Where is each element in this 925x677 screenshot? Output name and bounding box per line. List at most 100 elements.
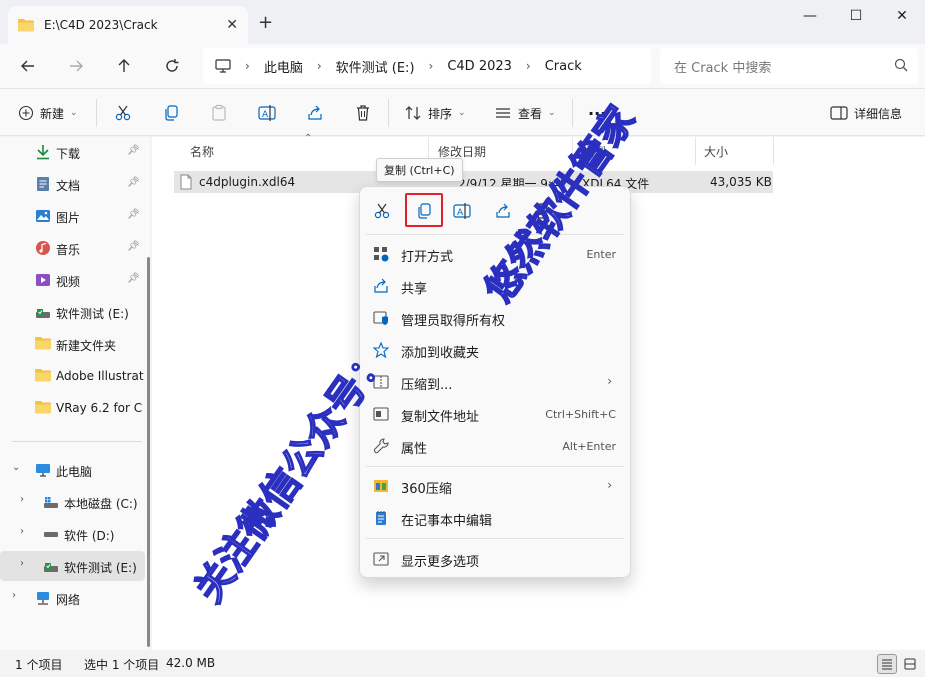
chevron-right-icon[interactable]: › [12, 590, 16, 601]
sidebar-item-new-folder[interactable]: 新建文件夹 [0, 329, 145, 359]
close-window-button[interactable]: ✕ [879, 0, 925, 32]
sidebar-label: 软件 (D:) [64, 529, 115, 543]
breadcrumb-drive-e[interactable]: 软件测试 (E:) [336, 57, 415, 76]
view-button[interactable]: 查看 ⌄ [494, 101, 556, 125]
minimize-button[interactable]: — [787, 0, 833, 32]
sidebar-item-videos[interactable]: 视频 📌︎ [0, 265, 145, 295]
sidebar-item-drive-e-tree[interactable]: › 软件测试 (E:) [0, 551, 145, 581]
context-share-button[interactable] [491, 199, 515, 223]
sidebar-item-vray[interactable]: VRay 6.2 for C [0, 393, 145, 423]
context-cut-button[interactable] [370, 199, 394, 223]
context-delete-button[interactable] [530, 199, 554, 223]
menu-item-edit-notepad[interactable]: 在记事本中编辑 [364, 502, 626, 534]
trash-icon [533, 202, 551, 220]
more-button[interactable]: ··· [588, 101, 606, 125]
share-icon [494, 202, 512, 220]
rename-button[interactable]: A [258, 101, 276, 125]
menu-item-shortcut: Alt+Enter [562, 440, 616, 453]
share-button[interactable] [306, 101, 324, 125]
sidebar-label: 此电脑 [56, 465, 93, 479]
new-tab-button[interactable]: + [258, 12, 273, 33]
copy-icon [162, 104, 180, 122]
sort-label: 排序 [428, 106, 453, 121]
menu-item-show-more[interactable]: 显示更多选项 [364, 543, 626, 575]
menu-item-360-compress[interactable]: 360压缩 › [364, 470, 626, 502]
cut-button[interactable] [114, 101, 132, 125]
chevron-right-icon: › [607, 374, 612, 388]
details-view-button[interactable] [877, 654, 897, 674]
tiles-view-button[interactable] [900, 654, 920, 674]
column-header-type[interactable]: 类型 [582, 143, 606, 160]
address-bar[interactable]: › 此电脑 › 软件测试 (E:) › C4D 2023 › Crack [203, 48, 651, 84]
sidebar-item-network[interactable]: › 网络 [0, 583, 145, 613]
close-tab-icon[interactable]: ✕ [226, 17, 238, 33]
scissors-icon [114, 104, 132, 122]
copy-icon [415, 202, 433, 220]
menu-item-label: 在记事本中编辑 [401, 514, 493, 529]
new-button[interactable]: 新建 ⌄ [18, 101, 78, 125]
menu-item-properties[interactable]: 属性 Alt+Enter [364, 430, 626, 462]
file-name: c4dplugin.xdl64 [199, 175, 296, 189]
copy-tooltip: 复制 (Ctrl+C) [376, 158, 463, 182]
chevron-right-icon[interactable]: › [20, 558, 24, 569]
admin-shield-icon [373, 310, 389, 326]
chevron-right-icon: › [525, 59, 531, 73]
sidebar-item-drive-e[interactable]: 软件测试 (E:) [0, 297, 145, 327]
folder-icon [18, 18, 34, 32]
forward-arrow-icon[interactable] [66, 56, 86, 76]
pin-icon: 📌︎ [127, 177, 140, 188]
chevron-right-icon[interactable]: › [20, 494, 24, 505]
show-more-icon [373, 551, 389, 567]
menu-item-take-ownership[interactable]: 管理员取得所有权 [364, 302, 626, 334]
breadcrumb-c4d[interactable]: C4D 2023 [447, 59, 512, 74]
paste-button[interactable] [210, 101, 228, 125]
breadcrumb-crack[interactable]: Crack [545, 59, 582, 74]
window-tab[interactable]: E:\C4D 2023\Crack ✕ [8, 6, 248, 44]
copy-button[interactable] [162, 101, 180, 125]
menu-item-label: 共享 [401, 282, 428, 297]
menu-item-share[interactable]: 共享 [364, 270, 626, 302]
breadcrumb-this-pc[interactable]: 此电脑 [264, 57, 303, 76]
column-header-size[interactable]: 大小 [704, 143, 728, 160]
menu-item-open-with[interactable]: 打开方式 Enter [364, 238, 626, 270]
back-arrow-icon[interactable] [18, 56, 38, 76]
sidebar-item-music[interactable]: 音乐 📌︎ [0, 233, 145, 263]
up-arrow-icon[interactable] [114, 56, 134, 76]
menu-item-shortcut: Enter [586, 248, 616, 261]
menu-item-copy-path[interactable]: 复制文件地址 Ctrl+Shift+C [364, 398, 626, 430]
sort-button[interactable]: 排序 ⌄ [404, 101, 466, 125]
360-zip-icon [373, 478, 389, 494]
chevron-right-icon[interactable]: › [20, 526, 24, 537]
sidebar-item-drive-d[interactable]: › 软件 (D:) [0, 519, 145, 549]
file-size: 43,035 KB [710, 175, 772, 189]
details-pane-icon [830, 105, 848, 121]
sidebar-item-pictures[interactable]: 图片 📌︎ [0, 201, 145, 231]
delete-button[interactable] [354, 101, 372, 125]
details-pane-button[interactable]: 详细信息 [830, 101, 902, 125]
sidebar-item-documents[interactable]: 文档 📌︎ [0, 169, 145, 199]
sidebar-item-downloads[interactable]: 下载 📌︎ [0, 137, 145, 167]
sidebar-item-this-pc[interactable]: ⌄ 此电脑 [0, 455, 145, 485]
context-copy-button[interactable] [412, 199, 436, 223]
sidebar-label: 软件测试 (E:) [56, 307, 129, 321]
refresh-icon[interactable] [162, 56, 182, 76]
context-rename-button[interactable]: A [450, 199, 474, 223]
maximize-button[interactable]: ☐ [833, 0, 879, 32]
pin-icon: 📌︎ [127, 273, 140, 284]
sidebar-item-adobe[interactable]: Adobe Illustrat [0, 361, 145, 391]
search-input[interactable]: 在 Crack 中搜索 [660, 48, 918, 84]
column-header-name[interactable]: 名称 [190, 143, 214, 160]
chevron-down-icon: ⌄ [70, 108, 78, 118]
windows-drive-icon [43, 494, 59, 510]
pin-icon: 📌︎ [127, 145, 140, 156]
chevron-right-icon: › [245, 59, 250, 73]
sidebar-scrollbar[interactable] [147, 257, 150, 647]
copy-path-icon [373, 406, 389, 422]
notepad-icon [373, 510, 389, 526]
menu-item-compress-to[interactable]: 压缩到... › [364, 366, 626, 398]
star-icon [373, 342, 389, 358]
sidebar-item-drive-c[interactable]: › 本地磁盘 (C:) [0, 487, 145, 517]
menu-item-add-favorites[interactable]: 添加到收藏夹 [364, 334, 626, 366]
sidebar-label: 软件测试 (E:) [64, 561, 137, 575]
chevron-down-icon[interactable]: ⌄ [12, 462, 20, 473]
